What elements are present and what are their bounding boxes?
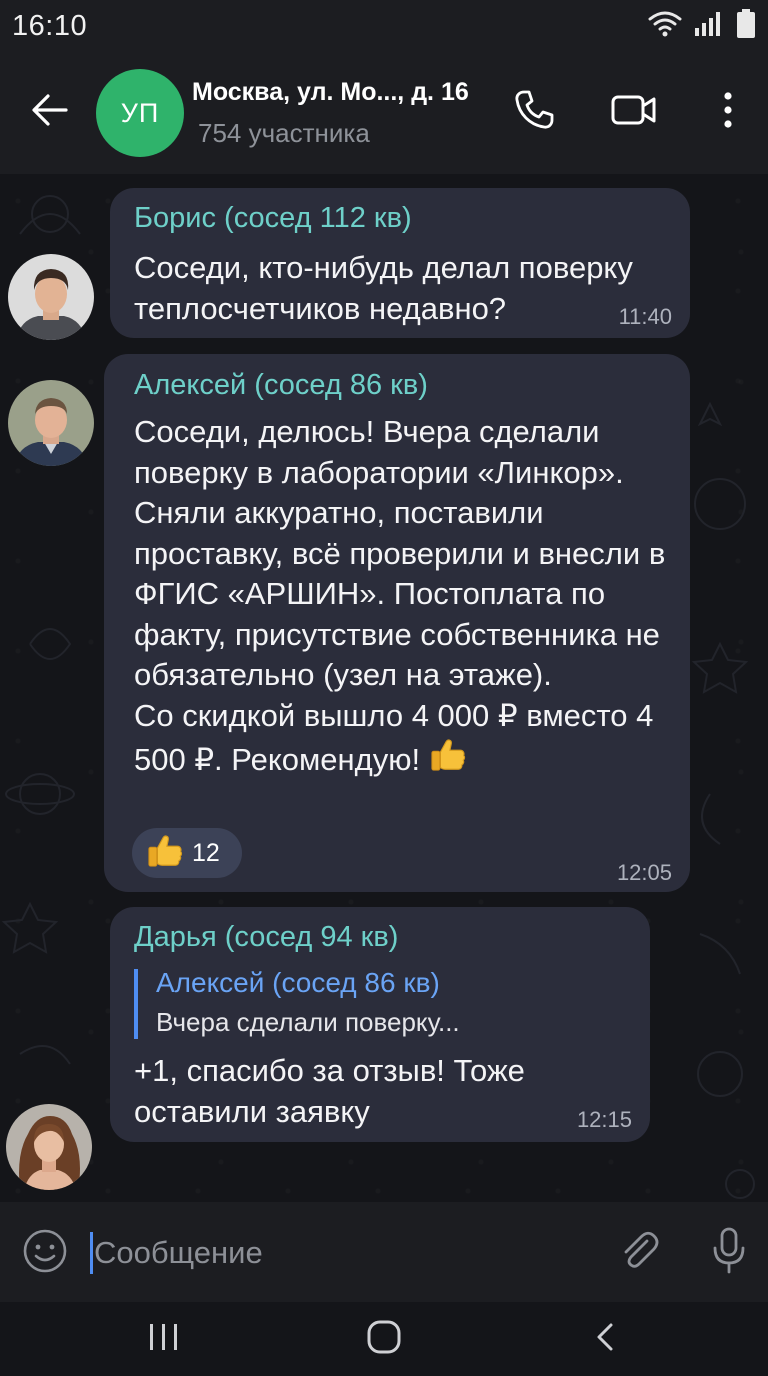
home-icon bbox=[364, 1317, 404, 1362]
message-time: 11:40 bbox=[618, 304, 672, 329]
video-call-button[interactable] bbox=[608, 86, 660, 138]
message-bubble[interactable]: Алексей (сосед 86 кв) Соседи, делюсь! Вч… bbox=[104, 354, 690, 892]
sender-avatar-aleksey[interactable] bbox=[8, 380, 94, 466]
sender-name[interactable]: Дарья (сосед 94 кв) bbox=[134, 921, 398, 954]
paperclip-icon bbox=[617, 1229, 661, 1278]
system-back-button[interactable] bbox=[576, 1316, 636, 1362]
attach-button[interactable] bbox=[614, 1228, 664, 1278]
chat-header: УП Москва, ул. Мо..., д. 16 754 участник… bbox=[0, 52, 768, 174]
message-list[interactable]: Борис (сосед 112 кв) Соседи, кто-нибудь … bbox=[0, 174, 768, 1202]
message-time: 12:05 bbox=[616, 860, 672, 885]
telegram-chat-screen: 16:10 УП Москва, ул. Мо..., д. 16 754 уч… bbox=[0, 0, 768, 1376]
message-text: Соседи, делюсь! Вчера сделали поверку в … bbox=[134, 412, 684, 785]
sender-avatar-boris[interactable] bbox=[8, 254, 94, 340]
group-avatar[interactable]: УП bbox=[96, 69, 184, 157]
reply-quote[interactable]: Алексей (сосед 86 кв) Вчера сделали пове… bbox=[134, 967, 554, 1039]
message-text: +1, спасибо за отзыв! Тоже оставили заяв… bbox=[134, 1053, 525, 1129]
sender-name[interactable]: Алексей (сосед 86 кв) bbox=[134, 369, 428, 402]
chat-title[interactable]: Москва, ул. Мо..., д. 16 bbox=[192, 78, 469, 107]
more-vertical-icon bbox=[722, 90, 734, 135]
member-count: 754 участника bbox=[198, 118, 370, 148]
reaction-count: 12 bbox=[192, 838, 220, 867]
nav-back-icon bbox=[591, 1319, 621, 1360]
back-arrow-icon bbox=[30, 92, 70, 133]
thumbs-up-icon bbox=[146, 832, 184, 875]
wifi-icon bbox=[648, 10, 682, 43]
home-button[interactable] bbox=[354, 1316, 414, 1362]
message-bubble[interactable]: Дарья (сосед 94 кв) Алексей (сосед 86 кв… bbox=[110, 907, 650, 1142]
message-time: 12:15 bbox=[576, 1107, 632, 1132]
message-bubble[interactable]: Борис (сосед 112 кв) Соседи, кто-нибудь … bbox=[110, 188, 690, 338]
sender-avatar-darya[interactable] bbox=[6, 1104, 92, 1190]
system-navigation-bar bbox=[0, 1302, 768, 1376]
back-button[interactable] bbox=[26, 88, 74, 136]
battery-icon bbox=[736, 8, 756, 44]
signal-icon bbox=[694, 10, 724, 43]
recent-apps-button[interactable] bbox=[134, 1316, 194, 1362]
more-options-button[interactable] bbox=[702, 86, 754, 138]
message-composer bbox=[0, 1202, 768, 1302]
sender-name[interactable]: Борис (сосед 112 кв) bbox=[134, 202, 412, 235]
message-text: Соседи, кто-нибудь делал поверку теплосч… bbox=[134, 250, 633, 326]
reply-author: Алексей (сосед 86 кв) bbox=[156, 967, 440, 998]
recent-apps-icon bbox=[146, 1320, 182, 1359]
call-button[interactable] bbox=[508, 86, 560, 138]
video-camera-icon bbox=[610, 92, 658, 133]
status-time: 16:10 bbox=[12, 10, 88, 42]
message-input[interactable] bbox=[94, 1230, 574, 1276]
emoji-button[interactable] bbox=[20, 1228, 70, 1278]
voice-message-button[interactable] bbox=[704, 1226, 754, 1280]
reply-text: Вчера сделали поверку... bbox=[156, 1007, 460, 1037]
status-icons bbox=[648, 8, 756, 44]
reaction-chip[interactable]: 12 bbox=[132, 828, 242, 878]
text-cursor bbox=[90, 1232, 93, 1274]
status-bar: 16:10 bbox=[0, 0, 768, 52]
emoji-icon bbox=[22, 1228, 68, 1279]
message-text-content: Соседи, делюсь! Вчера сделали поверку в … bbox=[134, 414, 666, 777]
microphone-icon bbox=[711, 1226, 747, 1281]
thumbs-up-emoji-icon bbox=[429, 736, 467, 785]
phone-icon bbox=[512, 88, 556, 137]
